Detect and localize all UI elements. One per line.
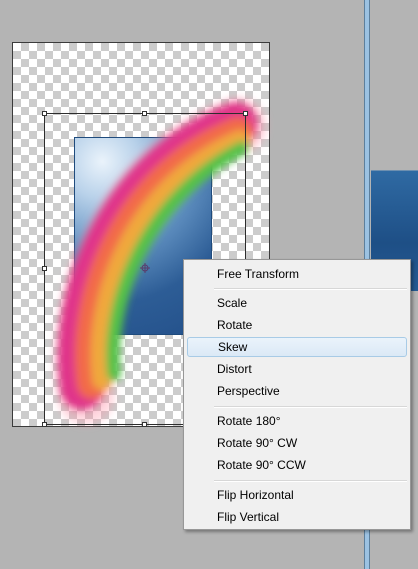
menu-item-rotate-90-cw[interactable]: Rotate 90° CW [187,433,407,453]
transform-handle-top-right[interactable] [243,111,248,116]
transform-handle-top-left[interactable] [42,111,47,116]
menu-item-rotate-180[interactable]: Rotate 180° [187,411,407,431]
menu-separator [214,480,407,482]
menu-item-skew[interactable]: Skew [187,337,407,357]
menu-item-perspective[interactable]: Perspective [187,381,407,401]
transform-handle-middle-left[interactable] [42,266,47,271]
menu-separator [214,288,407,290]
menu-item-flip-horizontal[interactable]: Flip Horizontal [187,485,407,505]
transform-handle-bottom-center[interactable] [142,422,147,427]
menu-item-rotate[interactable]: Rotate [187,315,407,335]
transform-handle-top-center[interactable] [142,111,147,116]
transform-center-icon[interactable] [140,263,150,273]
menu-item-rotate-90-ccw[interactable]: Rotate 90° CCW [187,455,407,475]
menu-separator [214,406,407,408]
menu-item-scale[interactable]: Scale [187,293,407,313]
menu-item-distort[interactable]: Distort [187,359,407,379]
transform-context-menu: Free Transform Scale Rotate Skew Distort… [183,259,411,530]
menu-item-flip-vertical[interactable]: Flip Vertical [187,507,407,527]
menu-item-free-transform[interactable]: Free Transform [187,264,407,284]
transform-handle-bottom-left[interactable] [42,422,47,427]
